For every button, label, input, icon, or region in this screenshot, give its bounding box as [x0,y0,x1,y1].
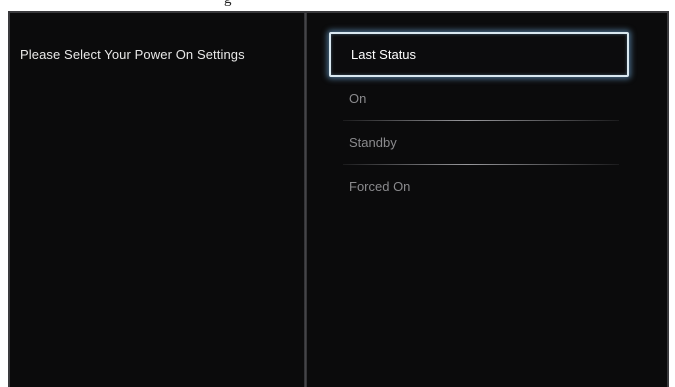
option-on[interactable]: On [329,77,629,121]
option-last-status[interactable]: Last Status [329,32,629,77]
power-on-options-list: Last Status On Standby Forced On [329,32,629,209]
right-panel: Last Status On Standby Forced On [307,13,667,387]
cut-off-text: g [224,0,232,8]
tv-menu-screen: Please Select Your Power On Settings Las… [8,11,669,387]
option-forced-on[interactable]: Forced On [329,165,629,209]
prompt-text: Please Select Your Power On Settings [20,47,245,62]
option-standby[interactable]: Standby [329,121,629,165]
option-label: Forced On [349,179,411,194]
option-label: Standby [349,135,397,150]
top-page-strip: g [0,0,675,11]
option-label: On [349,91,367,106]
left-panel: Please Select Your Power On Settings [10,13,304,387]
option-label: Last Status [351,47,417,62]
